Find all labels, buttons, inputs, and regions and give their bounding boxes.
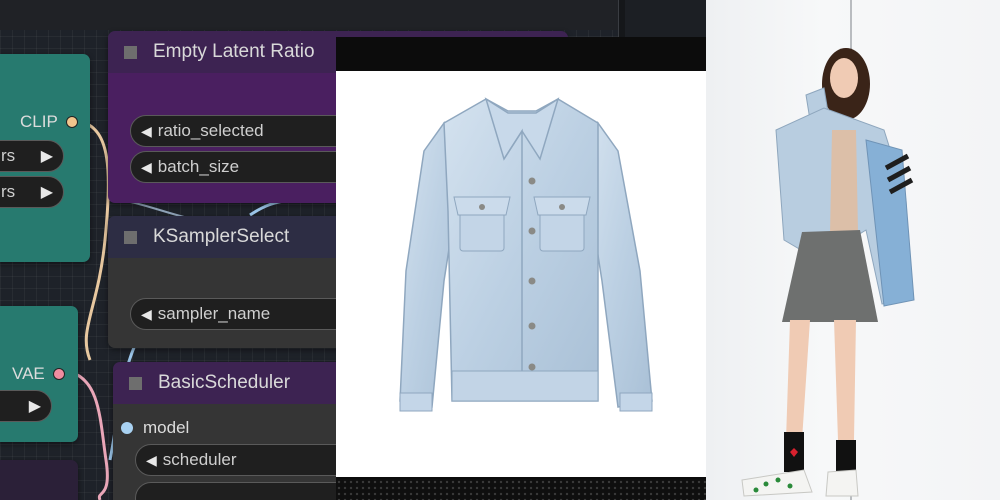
model-photo-illustration [741, 0, 915, 500]
model-photo [706, 0, 1000, 500]
scheduler-label: scheduler [162, 450, 237, 469]
image-preview-panel [336, 37, 706, 500]
vae-output-label: VAE [12, 364, 45, 383]
batch-size-label: batch_size [157, 157, 240, 176]
decrement-arrow-icon[interactable]: ◀ [141, 159, 152, 176]
increment-arrow-icon[interactable]: ▶ [29, 396, 41, 416]
clip-output-slot[interactable]: CLIP [20, 112, 78, 132]
model-input-pin[interactable] [121, 422, 133, 434]
clip-output-label: CLIP [20, 112, 58, 131]
sampler-name-label: sampler_name [157, 304, 271, 323]
increment-arrow-icon[interactable]: ▶ [41, 182, 53, 202]
clip-output-pin[interactable] [65, 116, 78, 128]
empty-latent-ratio-title: Empty Latent Ratio [153, 41, 315, 62]
model-input-slot[interactable]: model [121, 418, 189, 438]
increment-arrow-icon[interactable]: ▶ [41, 146, 53, 166]
denim-jacket-image [399, 97, 653, 412]
vae-output-slot[interactable]: VAE [12, 364, 65, 384]
model-input-label: model [143, 418, 190, 437]
decrement-arrow-icon[interactable]: ◀ [146, 452, 157, 469]
image-preview-footer-strip [336, 479, 706, 500]
collapse-toggle-icon[interactable] [124, 230, 137, 244]
clip-widget-2[interactable]: rs ▶ [0, 176, 64, 208]
clip-widget-1-value: rs [1, 146, 16, 165]
decrement-arrow-icon[interactable]: ◀ [141, 123, 152, 140]
clip-loader-node[interactable]: CLIP rs ▶ rs ▶ [0, 54, 90, 262]
collapse-toggle-icon[interactable] [124, 45, 137, 59]
clip-widget-1[interactable]: rs ▶ [0, 140, 64, 172]
ksampler-select-title: KSamplerSelect [153, 226, 290, 247]
collapse-toggle-icon[interactable] [129, 376, 142, 390]
vae-widget[interactable]: ▶ [0, 390, 52, 422]
partial-node-bottom-left[interactable] [0, 460, 78, 500]
vae-loader-node[interactable]: VAE ▶ [0, 306, 78, 442]
clip-widget-2-value: rs [1, 182, 16, 201]
decrement-arrow-icon[interactable]: ◀ [141, 306, 152, 323]
vae-output-pin[interactable] [52, 368, 65, 380]
ratio-selected-label: ratio_selected [157, 121, 264, 140]
basic-scheduler-title: BasicScheduler [158, 372, 291, 393]
